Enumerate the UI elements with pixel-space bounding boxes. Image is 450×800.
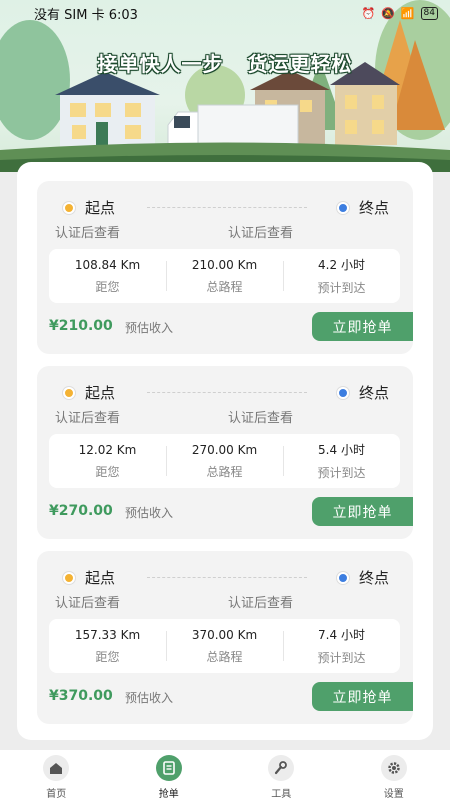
route-row: 起点 终点: [37, 382, 413, 404]
tab-grab-orders[interactable]: 抢单: [113, 750, 226, 800]
start-dot-icon: [63, 571, 75, 584]
stat-eta: 7.4 小时 预计到达: [283, 619, 400, 673]
stat-distance-to-you: 12.02 Km 距您: [49, 434, 166, 488]
order-card: 起点 终点 认证后查看 认证后查看 108.84 Km 距您 210.00 Km…: [37, 181, 413, 354]
end-address: 认证后查看: [228, 411, 294, 426]
end-label: 终点: [358, 384, 389, 402]
tab-label: 工具: [271, 789, 292, 800]
end-point: 终点: [336, 382, 389, 403]
tab-settings[interactable]: 设置: [338, 750, 450, 800]
mute-icon: 🔕: [381, 6, 395, 20]
price: ¥270.00: [49, 503, 113, 519]
order-card: 起点 终点 认证后查看 认证后查看 157.33 Km 距您 370.00 Km…: [37, 551, 413, 724]
end-point: 终点: [336, 567, 389, 588]
end-dot-icon: [336, 386, 349, 399]
stat-eta: 4.2 小时 预计到达: [283, 249, 400, 303]
start-point: 起点: [63, 567, 115, 588]
stat-value: 7.4 小时: [318, 628, 365, 642]
start-label: 起点: [85, 569, 116, 587]
stats-box: 12.02 Km 距您 270.00 Km 总路程 5.4 小时 预计到达: [49, 434, 400, 488]
route-dashed-line: [147, 207, 307, 208]
price: ¥210.00: [49, 318, 113, 334]
tab-label: 设置: [383, 789, 404, 800]
bottom-tab-bar: 首页 抢单 工具 设置: [0, 750, 450, 800]
price: ¥370.00: [49, 688, 113, 704]
stat-distance-to-you: 157.33 Km 距您: [49, 619, 166, 673]
grab-order-button[interactable]: 立即抢单: [312, 497, 413, 526]
start-dot-icon: [63, 201, 75, 214]
start-label: 起点: [85, 384, 116, 402]
start-point: 起点: [63, 197, 115, 218]
start-address: 认证后查看: [55, 596, 121, 611]
price-label: 预估收入: [125, 691, 174, 705]
battery-icon: 84: [420, 6, 438, 20]
end-address: 认证后查看: [228, 596, 294, 611]
slogan-left: 接单快人一步: [97, 52, 224, 76]
tab-tools[interactable]: 工具: [225, 750, 338, 800]
order-list-icon: [155, 755, 182, 781]
tab-home[interactable]: 首页: [0, 750, 113, 800]
price-label: 预估收入: [125, 506, 174, 520]
tab-label: 首页: [46, 789, 67, 800]
stat-label: 预计到达: [317, 466, 366, 480]
stat-value: 370.00 Km: [191, 627, 258, 642]
stat-total-distance: 370.00 Km 总路程: [166, 619, 283, 673]
wifi-icon: 📶: [400, 6, 415, 20]
stat-label: 总路程: [206, 649, 243, 664]
end-label: 终点: [358, 199, 389, 217]
stat-value: 210.00 Km: [191, 257, 258, 272]
grab-order-button[interactable]: 立即抢单: [312, 312, 413, 341]
end-point: 终点: [336, 197, 389, 218]
status-bar: 没有 SIM 卡 6:03 ⏰ 🔕 📶 84: [0, 0, 450, 26]
start-point: 起点: [63, 382, 115, 403]
banner-slogan: 接单快人一步 货运更轻松: [0, 48, 450, 77]
stat-distance-to-you: 108.84 Km 距您: [49, 249, 166, 303]
wrench-icon: [268, 755, 295, 781]
price-label: 预估收入: [125, 321, 174, 335]
order-card: 起点 终点 认证后查看 认证后查看 12.02 Km 距您 270.00 Km …: [37, 366, 413, 539]
stat-value: 5.4 小时: [318, 443, 365, 457]
stat-value: 108.84 Km: [74, 257, 141, 272]
status-right: ⏰ 🔕 📶 84: [361, 6, 438, 20]
alarm-icon: ⏰: [361, 6, 376, 20]
stat-value: 4.2 小时: [318, 258, 365, 272]
start-address: 认证后查看: [55, 411, 121, 426]
stat-total-distance: 210.00 Km 总路程: [166, 249, 283, 303]
route-dashed-line: [147, 392, 307, 393]
stat-label: 距您: [95, 464, 120, 479]
stat-value: 157.33 Km: [74, 627, 141, 642]
stat-label: 预计到达: [317, 651, 366, 665]
stats-box: 108.84 Km 距您 210.00 Km 总路程 4.2 小时 预计到达: [49, 249, 400, 303]
stat-label: 距您: [95, 649, 120, 664]
tab-label: 抢单: [158, 789, 179, 800]
stat-label: 总路程: [206, 279, 243, 294]
end-label: 终点: [358, 569, 389, 587]
clock-text: 6:03: [108, 7, 138, 23]
stat-label: 总路程: [206, 464, 243, 479]
start-label: 起点: [85, 199, 116, 217]
stat-value: 12.02 Km: [78, 442, 137, 457]
status-left: 没有 SIM 卡 6:03: [34, 4, 138, 23]
stat-value: 270.00 Km: [191, 442, 258, 457]
route-row: 起点 终点: [37, 197, 413, 219]
stat-label: 距您: [95, 279, 120, 294]
stats-box: 157.33 Km 距您 370.00 Km 总路程 7.4 小时 预计到达: [49, 619, 400, 673]
stat-total-distance: 270.00 Km 总路程: [166, 434, 283, 488]
stat-eta: 5.4 小时 预计到达: [283, 434, 400, 488]
stat-label: 预计到达: [317, 281, 366, 295]
slogan-right: 货运更轻松: [247, 52, 353, 76]
route-dashed-line: [147, 577, 307, 578]
gear-icon: [380, 755, 407, 781]
end-address: 认证后查看: [228, 226, 294, 241]
end-dot-icon: [336, 571, 349, 584]
home-icon: [43, 755, 70, 781]
route-row: 起点 终点: [37, 567, 413, 589]
carrier-text: 没有 SIM 卡: [34, 7, 105, 23]
start-dot-icon: [63, 386, 75, 399]
grab-order-button[interactable]: 立即抢单: [312, 682, 413, 711]
end-dot-icon: [336, 201, 349, 214]
start-address: 认证后查看: [55, 226, 121, 241]
